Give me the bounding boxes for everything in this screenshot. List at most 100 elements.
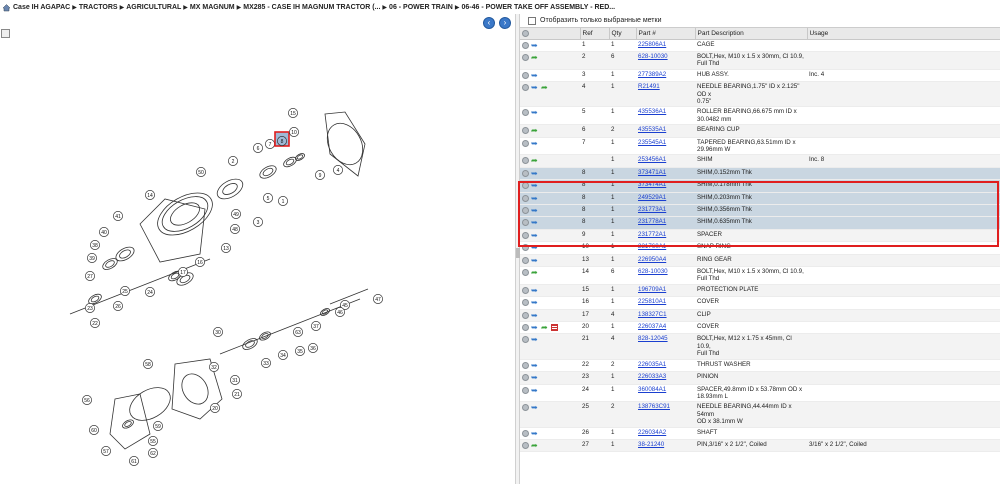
replacement-info-icon[interactable]: ➥ [531,182,539,190]
table-row[interactable]: ➦ 2 6 628-10030 BOLT,Hex, M10 x 1.5 x 30mm, … [520,51,1000,70]
callout-1[interactable]: 1 [278,196,288,206]
col-header-part[interactable]: Part # [636,28,696,40]
add-to-cart-icon[interactable] [522,311,529,319]
part-number-link[interactable]: 226033A3 [636,371,695,385]
part-number-link[interactable]: 38-21240 [636,439,695,453]
breadcrumb-item[interactable]: 06 - POWER TRAIN [389,4,453,11]
add-to-cart-icon[interactable] [522,139,529,147]
callout-17[interactable]: 17 [178,267,188,277]
breadcrumb-item[interactable]: MX MAGNUM [190,4,235,11]
callout-6[interactable]: 6 [253,143,263,153]
replacement-info-icon[interactable]: ➥ [531,244,539,252]
table-row[interactable]: ➥ 8 1 231778A1 SHIM,0.635mm Thk [520,216,1000,230]
part-number-link[interactable]: 138327C1 [636,309,695,323]
add-to-cart-icon[interactable] [522,286,529,294]
part-number-link[interactable]: 828-12045 [636,333,695,360]
add-to-cart-icon[interactable] [522,441,529,449]
replacement-info-icon[interactable]: ➥ [531,324,539,332]
add-to-cart-icon[interactable] [522,269,529,277]
add-to-cart-icon[interactable] [522,404,529,412]
supersession-arrow-icon[interactable]: ➦ [541,84,549,92]
callout-39[interactable]: 39 [87,253,97,263]
part-number-link[interactable]: 373471A1 [636,167,695,181]
callout-21[interactable]: 21 [232,389,242,399]
callout-13[interactable]: 13 [221,243,231,253]
add-to-cart-icon[interactable] [522,374,529,382]
callout-27[interactable]: 27 [85,271,95,281]
col-header-description[interactable]: Part Description [695,28,808,40]
replacement-info-icon[interactable]: ➥ [531,429,539,437]
replacement-info-icon[interactable]: ➥ [531,169,539,177]
add-to-cart-icon[interactable] [522,231,529,239]
table-row[interactable]: ➥ 8 1 373474A1 SHIM,0.178mm Thk [520,179,1000,193]
replacement-info-icon[interactable]: ➥ [531,194,539,202]
add-to-cart-icon[interactable] [522,299,529,307]
replacement-info-icon[interactable]: ➥ [531,256,539,264]
callout-32[interactable]: 32 [209,362,219,372]
callout-26[interactable]: 26 [113,301,123,311]
table-row[interactable]: ➥ ➦ 20 1 226037A4 COVER [520,321,1000,335]
table-row[interactable]: ➥ 1 1 225806A1 CAGE [520,39,1000,52]
replacement-info-icon[interactable]: ➥ [531,109,539,117]
callout-46[interactable]: 46 [335,307,345,317]
callout-35[interactable]: 35 [295,346,305,356]
part-number-link[interactable]: 226950A4 [636,254,695,268]
callout-63[interactable]: 63 [293,327,303,337]
callout-41[interactable]: 41 [113,211,123,221]
callout-59[interactable]: 59 [153,421,163,431]
table-row[interactable]: ➥ 10 1 231760A1 SNAP RING [520,241,1000,255]
table-row[interactable]: ➥ 25 2 138763C91 NEEDLE BEARING,44.44mm ID x… [520,401,1000,428]
note-list-icon[interactable] [551,324,558,332]
replacement-info-icon[interactable]: ➥ [531,139,539,147]
table-row[interactable]: ➥ 8 1 249529A1 SHIM,0.203mm Thk [520,192,1000,206]
col-header-ref[interactable]: Ref [580,28,610,40]
supersession-arrow-icon[interactable]: ➦ [531,53,539,61]
replacement-info-icon[interactable]: ➥ [531,219,539,227]
part-number-link[interactable]: 196709A1 [636,284,695,298]
callout-49[interactable]: 49 [231,209,241,219]
breadcrumb-item[interactable]: 06-46 - POWER TAKE OFF ASSEMBLY - RED... [461,4,615,11]
callout-16[interactable]: 16 [195,257,205,267]
replacement-info-icon[interactable]: ➥ [531,361,539,369]
callout-7[interactable]: 7 [265,139,275,149]
table-row[interactable]: ➦ 27 1 38-21240 PIN,3/16" x 2 1/2", Coiled 3/… [520,439,1000,453]
callout-40[interactable]: 40 [99,227,109,237]
table-row[interactable]: ➥ 13 1 226950A4 RING GEAR [520,254,1000,268]
callout-55[interactable]: 55 [148,436,158,446]
col-header-usage[interactable]: Usage [807,28,1000,40]
table-row[interactable]: ➥ 8 1 231773A1 SHIM,0.356mm Thk [520,204,1000,218]
add-to-cart-icon[interactable] [522,84,529,92]
callout-47[interactable]: 47 [373,294,383,304]
add-to-cart-icon[interactable] [522,256,529,264]
add-to-cart-icon[interactable] [522,127,529,135]
callout-25[interactable]: 25 [120,286,130,296]
table-row[interactable]: ➥ 24 1 360084A1 SPACER,49.8mm ID x 53.78mm O… [520,384,1000,403]
callout-34[interactable]: 34 [278,350,288,360]
supersession-arrow-icon[interactable]: ➦ [541,324,549,332]
callout-14[interactable]: 14 [145,190,155,200]
table-row[interactable]: ➦ 1 253456A1 SHIM Inc. 8 [520,154,1000,168]
part-number-link[interactable]: 231778A1 [636,216,695,230]
add-to-cart-icon[interactable] [522,169,529,177]
add-to-cart-icon[interactable] [522,194,529,202]
replacement-info-icon[interactable]: ➥ [531,207,539,215]
table-row[interactable]: ➥ 17 4 138327C1 CLIP [520,309,1000,323]
part-number-link[interactable]: 253456A1 [636,154,695,168]
add-to-cart-icon[interactable] [522,361,529,369]
table-row[interactable]: ➥ 15 1 196709A1 PROTECTION PLATE [520,284,1000,298]
callout-4[interactable]: 4 [333,165,343,175]
replacement-info-icon[interactable]: ➥ [531,71,539,79]
replacement-info-icon[interactable]: ➥ [531,231,539,239]
callout-50[interactable]: 50 [196,167,206,177]
callout-37[interactable]: 37 [311,321,321,331]
replacement-info-icon[interactable]: ➥ [531,311,539,319]
table-row[interactable]: ➥ ➦ 4 1 R21491 NEEDLE BEARING,1.75" ID x 2.12… [520,81,1000,108]
table-row[interactable]: ➥ 21 4 828-12045 BOLT,Hex, M12 x 1.75 x 45mm… [520,333,1000,360]
replacement-info-icon[interactable]: ➥ [531,84,539,92]
breadcrumb-item[interactable]: TRACTORS [79,4,118,11]
add-to-cart-icon[interactable] [522,157,529,165]
callout-60[interactable]: 60 [89,425,99,435]
replacement-info-icon[interactable]: ➥ [531,286,539,294]
callout-15[interactable]: 15 [288,108,298,118]
part-number-link[interactable]: 235545A1 [636,137,695,156]
